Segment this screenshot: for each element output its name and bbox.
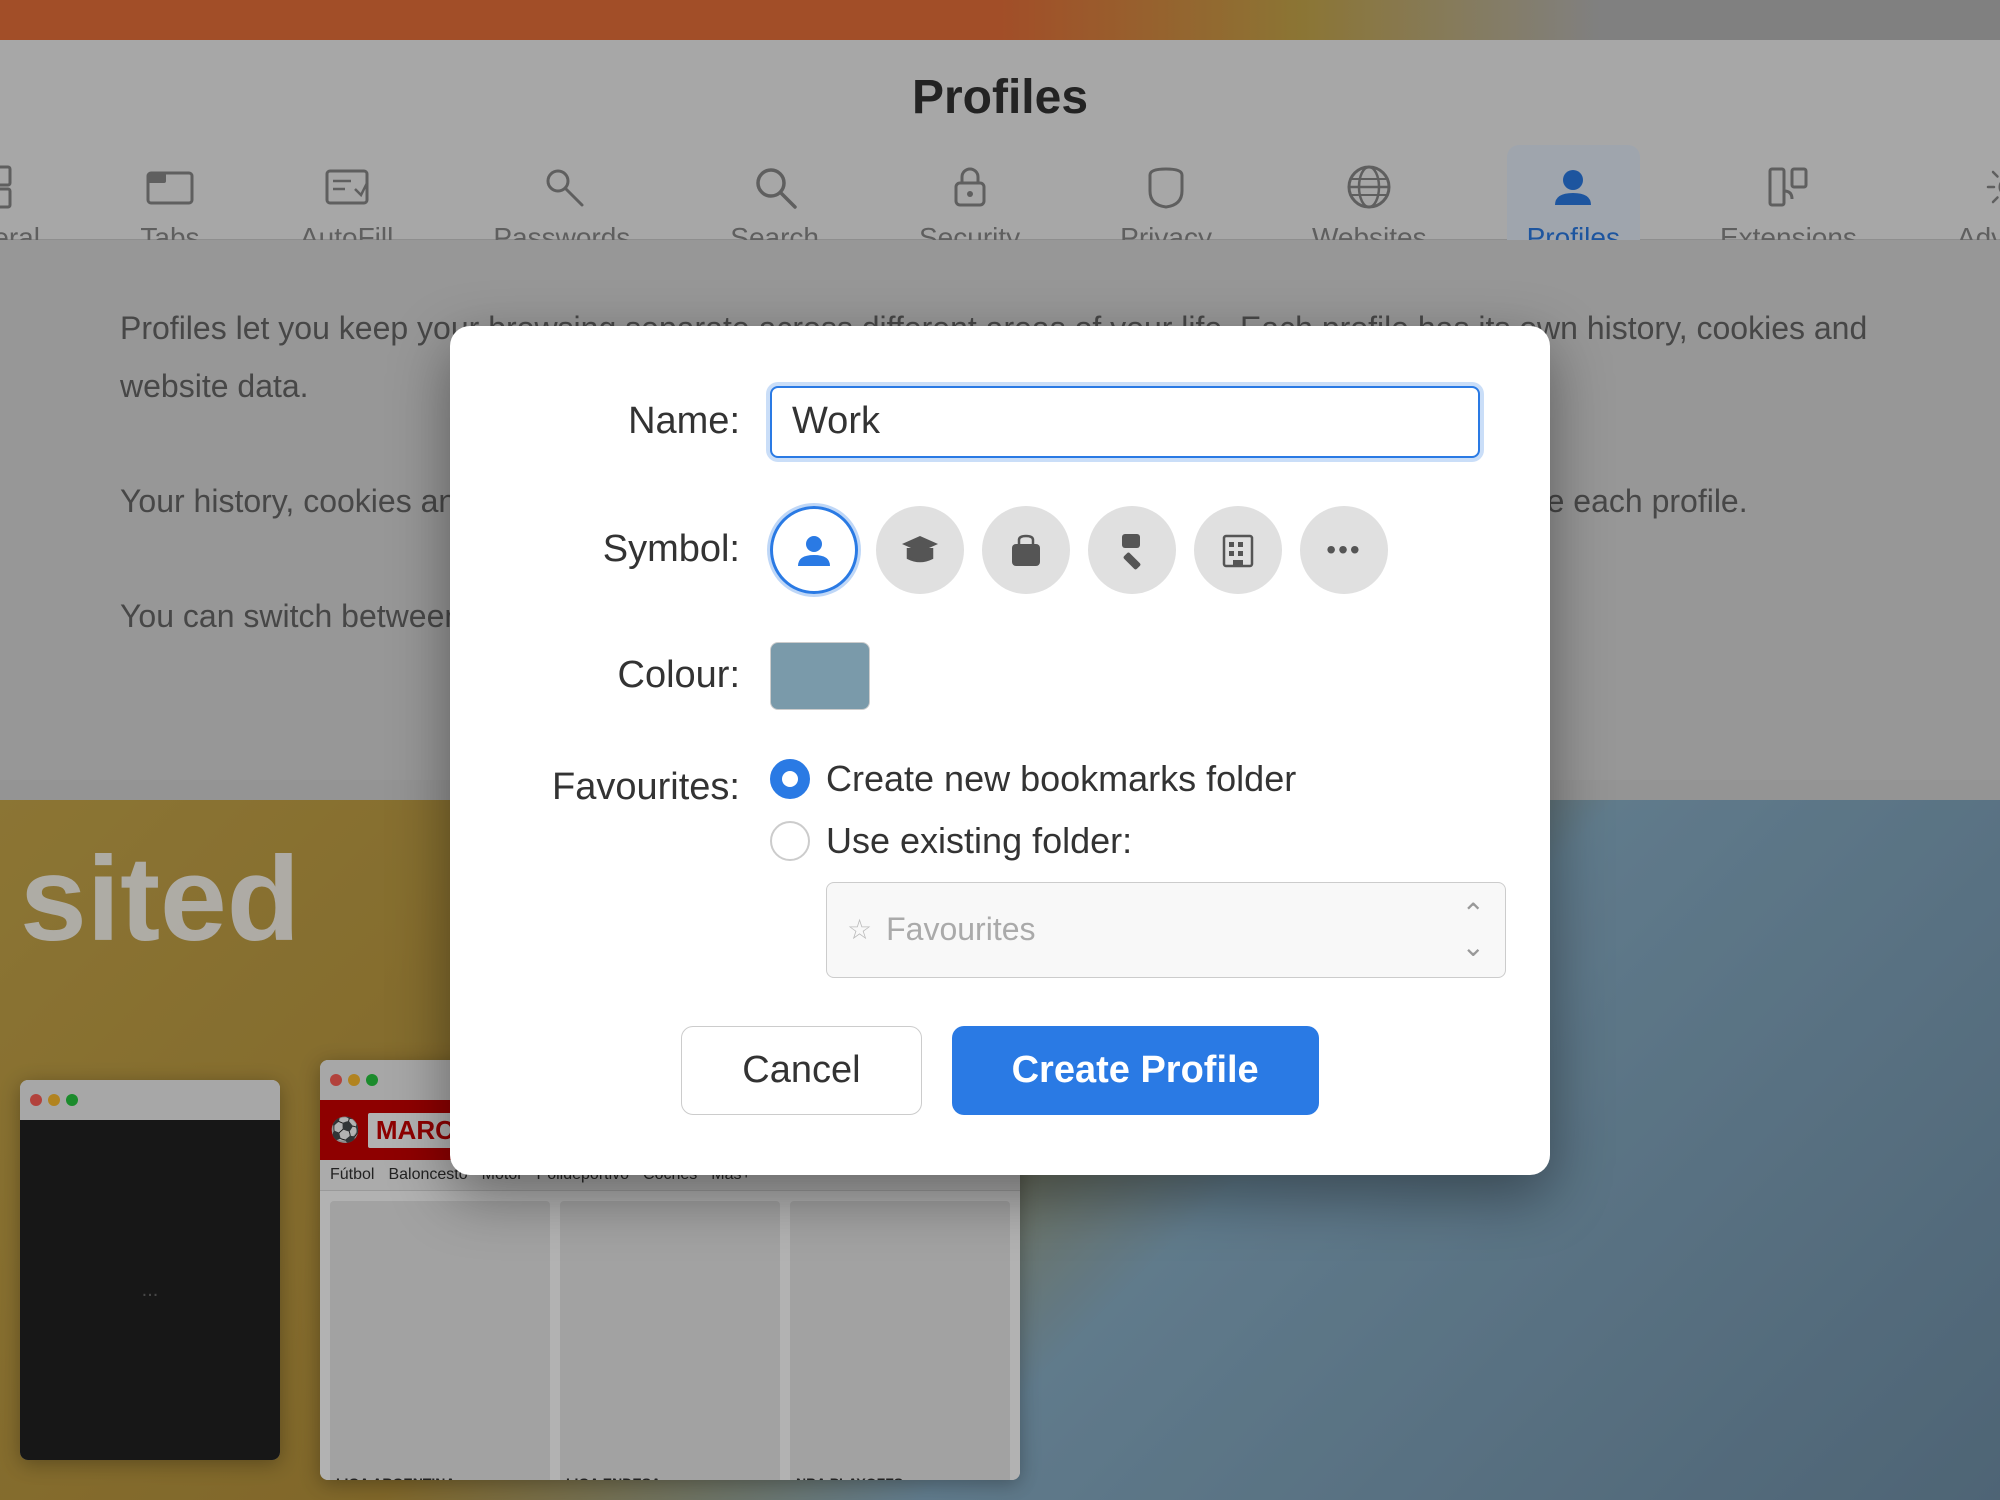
colour-row: Colour: (520, 642, 1480, 710)
existing-folder-label: Use existing folder: (826, 820, 1132, 862)
favourites-row: Favourites: Create new bookmarks folder … (520, 758, 1480, 978)
create-profile-button[interactable]: Create Profile (952, 1026, 1319, 1115)
symbol-label: Symbol: (520, 528, 740, 571)
folder-select-dropdown[interactable]: ☆ Favourites ⌃⌄ (826, 882, 1506, 978)
symbol-graduation-button[interactable] (876, 506, 964, 594)
cancel-button[interactable]: Cancel (681, 1026, 921, 1115)
folder-star-icon: ☆ (847, 913, 872, 946)
existing-folder-option[interactable]: Use existing folder: (770, 820, 1506, 862)
symbol-person-button[interactable] (770, 506, 858, 594)
modal-overlay: Name: Symbol: (0, 0, 2000, 1500)
create-profile-modal: Name: Symbol: (450, 326, 1550, 1175)
name-input[interactable] (770, 386, 1480, 458)
symbol-hammer-button[interactable] (1088, 506, 1176, 594)
symbol-options: ••• (770, 506, 1388, 594)
name-row: Name: (520, 386, 1480, 458)
new-folder-option[interactable]: Create new bookmarks folder (770, 758, 1506, 800)
name-label: Name: (520, 400, 740, 443)
new-folder-label: Create new bookmarks folder (826, 758, 1296, 800)
colour-swatch-button[interactable] (770, 642, 870, 710)
existing-folder-radio[interactable] (770, 821, 810, 861)
new-folder-radio[interactable] (770, 759, 810, 799)
symbol-building-button[interactable] (1194, 506, 1282, 594)
modal-buttons: Cancel Create Profile (520, 1026, 1480, 1115)
symbol-row: Symbol: (520, 506, 1480, 594)
folder-name: Favourites (886, 911, 1035, 948)
symbol-more-button[interactable]: ••• (1300, 506, 1388, 594)
colour-label: Colour: (520, 654, 740, 697)
symbol-bag-button[interactable] (982, 506, 1070, 594)
favourites-label: Favourites: (520, 758, 740, 809)
chevron-updown-icon: ⌃⌄ (1462, 897, 1485, 963)
favourites-options: Create new bookmarks folder Use existing… (770, 758, 1506, 978)
